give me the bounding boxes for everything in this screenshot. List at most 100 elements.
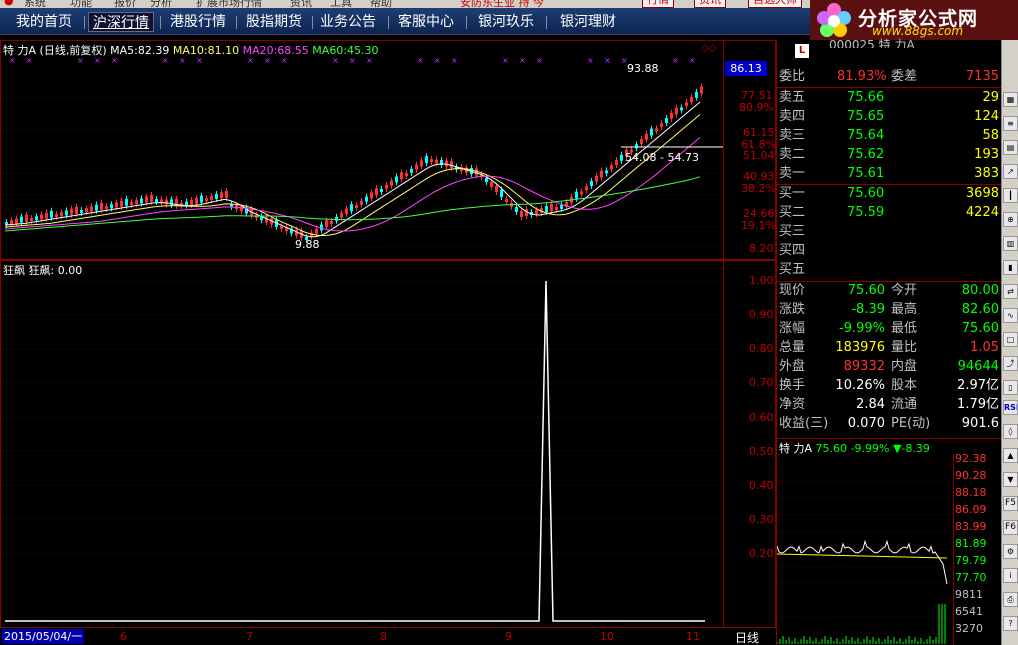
menu-analysis[interactable]: 分析 [150, 0, 172, 8]
indicator-icon[interactable]: ◊ [1003, 424, 1018, 439]
intraday-mini-chart[interactable] [777, 454, 953, 644]
quote-divider [777, 87, 1001, 88]
candle-body [435, 159, 438, 164]
candle-body [550, 204, 553, 211]
indicator-tick: 1.00 [749, 274, 774, 287]
ma60-label: MA60: [312, 44, 348, 57]
menu-tools[interactable]: 工具 [330, 0, 352, 8]
signal-marker: × [264, 57, 271, 65]
compare-icon[interactable]: ⇄ [1003, 284, 1018, 299]
window-icon[interactable]: □ [1003, 332, 1018, 347]
signal-marker: × [672, 57, 679, 65]
indicator-tick: 0.70 [749, 376, 774, 389]
nav-hk-market[interactable]: 港股行情 [170, 12, 226, 32]
signal-marker: × [179, 57, 186, 65]
stat-label: 现价 [779, 283, 806, 298]
rsi-icon[interactable]: RSI [1003, 400, 1018, 415]
list-icon[interactable]: ≡ [1003, 116, 1018, 131]
app-menu-icon[interactable]: ● [4, 0, 14, 7]
weicha-value: 7135 [965, 69, 999, 84]
period-button[interactable]: 日线 [735, 629, 759, 645]
zoom-icon[interactable]: ⊕ [1003, 212, 1018, 227]
nav-home[interactable]: 我的首页 [16, 12, 72, 32]
candle-body [580, 191, 583, 195]
level2-badge-icon[interactable]: L [795, 44, 809, 58]
bid5-label: 买五 [779, 262, 806, 277]
candle-body [600, 170, 603, 178]
down-arrow-icon[interactable]: ▼ [1003, 472, 1018, 487]
menu-extended-market[interactable]: 扩展市场行情 [196, 0, 262, 8]
candle-body [615, 160, 618, 165]
stat-value: -9.99% [839, 321, 885, 336]
print-icon[interactable]: ⎙ [1003, 592, 1018, 607]
mini-tick: 88.18 [955, 486, 987, 499]
chart-icon[interactable]: ▥ [1003, 236, 1018, 251]
help-icon[interactable]: ? [1003, 616, 1018, 631]
ask2-volume: 193 [974, 147, 999, 162]
candle-body [635, 144, 638, 149]
grid-icon[interactable]: ▦ [1003, 92, 1018, 107]
nav-sh-sz-market[interactable]: 沪深行情 [88, 12, 154, 32]
settings-icon[interactable]: ⚙ [1003, 544, 1018, 559]
indicator-pane[interactable]: 狂飙 狂飙: 0.00 1.00 0.90 0.80 0.70 0.60 0.5… [0, 260, 776, 628]
candle-body [680, 107, 683, 111]
candle-body [345, 208, 348, 215]
candlestick-chart[interactable]: × × × × × × × × × × × × × × × × × × × × × × × × × [1, 57, 723, 257]
bar-icon[interactable]: ▮ [1003, 260, 1018, 275]
stat-value: -8.39 [851, 302, 885, 317]
news-button[interactable]: 资讯 [694, 0, 726, 8]
watchlist-button[interactable]: 自选大师 [748, 0, 802, 8]
candle-body [190, 199, 193, 205]
up-arrow-icon[interactable]: ▲ [1003, 448, 1018, 463]
menu-news[interactable]: 资讯 [290, 0, 312, 8]
candle-icon[interactable]: ┃ [1003, 188, 1018, 203]
ma5-label: MA5: [110, 44, 138, 57]
f5-key-icon[interactable]: F5 [1003, 496, 1018, 511]
stat-value: 75.60 [847, 283, 885, 298]
table-icon[interactable]: ▤ [1003, 140, 1018, 155]
bid1-volume: 3698 [965, 186, 999, 201]
quote-button[interactable]: 行情 [642, 0, 674, 8]
candle-body [450, 161, 453, 168]
intraday-price-line [777, 539, 948, 585]
candle-body [130, 202, 133, 205]
price-chart-pane[interactable]: 特 力A (日线,前复权) MA5:82.39 MA10:81.10 MA20:… [0, 40, 776, 260]
signal-marker: × [349, 57, 356, 65]
candle-body [115, 202, 118, 208]
nav-announcements[interactable]: 业务公告 [320, 12, 376, 32]
volume-icon[interactable]: ▯ [1003, 380, 1018, 395]
nav-galaxy-fun[interactable]: 银河玖乐 [478, 12, 534, 32]
stat-label: 内盘 [891, 359, 918, 374]
line-chart-icon[interactable]: ↗ [1003, 164, 1018, 179]
candle-body [95, 204, 98, 211]
ask5-label: 卖五 [779, 90, 806, 105]
indicator-chart[interactable] [1, 261, 723, 627]
nav-index-futures[interactable]: 股指期货 [246, 12, 302, 32]
info-icon[interactable]: i [1003, 568, 1018, 583]
candle-body [445, 160, 448, 167]
weibi-label: 委比 [779, 69, 806, 84]
flower-logo-icon [817, 3, 851, 37]
nav-customer-service[interactable]: 客服中心 [398, 12, 454, 32]
f6-key-icon[interactable]: F6 [1003, 520, 1018, 535]
menu-help[interactable]: 帮助 [370, 0, 392, 8]
pane-control-icon[interactable]: ◇◇ [701, 43, 716, 54]
bid3-label: 买三 [779, 224, 806, 239]
candle-body [215, 193, 218, 199]
gap-range-label: 54.08 - 54.73 [625, 151, 699, 164]
wave-icon[interactable]: ∿ [1003, 308, 1018, 323]
signal-marker: × [9, 57, 16, 65]
nav-galaxy-wealth[interactable]: 银河理财 [560, 12, 616, 32]
candle-body [405, 173, 408, 176]
trend-icon[interactable]: ⤴ [1003, 356, 1018, 371]
menu-quote[interactable]: 报价 [114, 0, 136, 8]
stat-value: 75.60 [961, 321, 999, 336]
stat-label: 涨跌 [779, 302, 806, 317]
menu-function[interactable]: 功能 [70, 0, 92, 8]
candle-body [125, 198, 128, 206]
menu-system[interactable]: 系统 [24, 0, 46, 8]
candle-body [685, 102, 688, 107]
scroll-notice: 安防东生业 持 今 [460, 0, 544, 8]
weibi-value: 81.93% [837, 69, 887, 84]
nav-bar: 我的首页 沪深行情 港股行情 股指期货 业务公告 客服中心 银河玖乐 银河理财 [0, 8, 810, 35]
